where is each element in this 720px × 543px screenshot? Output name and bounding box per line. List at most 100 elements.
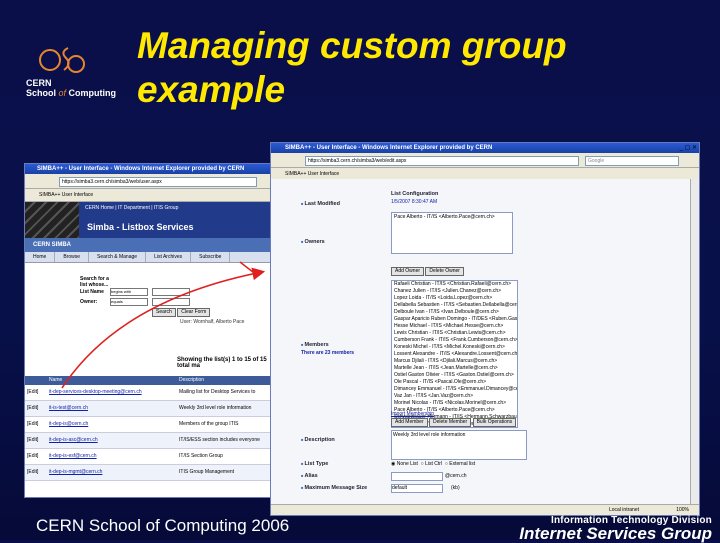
list-description: Mailing list for Desktop Services to: [179, 389, 256, 395]
member-item[interactable]: Dimancey Emmanuel - IT/IS <Emmanuel.Dima…: [392, 386, 517, 393]
edit-link[interactable]: [Edit]: [25, 385, 49, 400]
back-tab[interactable]: SIMBA++ User Interface: [25, 189, 277, 202]
delete-owner-button[interactable]: Delete Owner: [425, 267, 464, 276]
list-description: ITIS Group Management: [179, 469, 235, 475]
col-desc-header[interactable]: Description: [179, 376, 277, 385]
description-label: Description: [301, 437, 335, 443]
member-item[interactable]: Cumberson Frank - IT/IS <Frank.Cumberson…: [392, 337, 517, 344]
radio-none-list[interactable]: ◉ None List: [391, 461, 418, 467]
max-size-unit: (kb): [451, 485, 460, 491]
list-link[interactable]: it-dep-is@cern.ch: [49, 417, 179, 432]
table-row: [Edit] it-dep-is@cern.ch Members of the gr…: [25, 417, 277, 433]
radio-external-list[interactable]: ○ External list: [445, 461, 475, 467]
owner-operator[interactable]: equals: [110, 298, 148, 306]
front-window-titlebar: SIMBA++ - User Interface - Windows Inter…: [271, 143, 699, 153]
alias-input[interactable]: [391, 472, 443, 481]
member-item[interactable]: Chanez Julien - IT/IS <Julien.Chanez@cer…: [392, 288, 517, 295]
browser-search-input[interactable]: Google: [585, 156, 679, 166]
slide-title-line1: Managing custom group: [137, 25, 567, 66]
import-membership-link[interactable]: Import Membership: [391, 411, 434, 417]
footer-right: Information Technology Division Internet…: [519, 515, 712, 542]
list-link[interactable]: it-dep-is-esf@cern.ch: [49, 449, 179, 464]
clear-form-button[interactable]: Clear Form: [177, 307, 211, 317]
banner-subbar: CERN SIMBA: [25, 238, 277, 252]
add-member-button[interactable]: Add Member: [391, 418, 428, 427]
front-address-input[interactable]: https://simba3.cern.ch/simba3/web/edit.a…: [305, 156, 579, 166]
edit-link[interactable]: [Edit]: [25, 417, 49, 432]
member-item[interactable]: Lossent Alexandre - IT/IS <Alexandre.Los…: [392, 351, 517, 358]
owners-listbox[interactable]: Pace Alberto - IT/IS <Alberto.Pace@cern.…: [391, 212, 513, 254]
list-name-input[interactable]: [152, 288, 190, 296]
csc-logo: CERN School of Computing: [22, 44, 116, 100]
list-name-operator[interactable]: begins with: [110, 288, 148, 296]
results-table: Name Description [Edit] it-dep-services-d…: [25, 364, 277, 481]
owner-input[interactable]: [152, 298, 190, 306]
vertical-scrollbar[interactable]: [690, 179, 699, 505]
window-controls-icon[interactable]: _ ▢ ✕: [680, 144, 697, 151]
owner-item[interactable]: Pace Alberto - IT/IS <Alberto.Pace@cern.…: [392, 213, 512, 221]
member-item[interactable]: Delboule Ivan - IT/IS <Ivan.Delboule@cer…: [392, 309, 517, 316]
member-item[interactable]: Ole Pascal - IT/IS <Pascal.Ole@cern.ch>: [392, 379, 517, 386]
list-link[interactable]: it-dep-services-desktop-meeting@cern.ch: [49, 385, 179, 400]
member-item[interactable]: Ostiel Gaston Olivier - IT/IS <Gaston.Os…: [392, 372, 517, 379]
edit-link[interactable]: [Edit]: [25, 449, 49, 464]
members-listbox[interactable]: Rafaeli Christian - IT/IS <Christian.Raf…: [391, 280, 518, 428]
menu-list-archives[interactable]: List Archives: [146, 252, 192, 262]
edit-link[interactable]: [Edit]: [25, 401, 49, 416]
member-item[interactable]: Koneski Michel - IT/IS <Michel.Koneski@c…: [392, 344, 517, 351]
list-type-options: ◉ None List ○ List Ctrl ○ External list: [391, 461, 475, 467]
menu-subscribe[interactable]: Subscribe: [191, 252, 231, 262]
description-textarea[interactable]: Weekly 3rd level role information: [391, 430, 527, 460]
member-item[interactable]: Marcus Djilali - IT/IS <Djilali.Marcus@c…: [392, 358, 517, 365]
logo-cern-text: CERN: [26, 78, 52, 88]
member-item[interactable]: Lopez Loida - IT/IS <Loida.Lopez@cern.ch…: [392, 295, 517, 302]
members-count-note: There are 23 members: [301, 350, 355, 356]
member-item[interactable]: Rafaeli Christian - IT/IS <Christian.Raf…: [392, 281, 517, 288]
table-row: [Edit] it-dep-is-asc@cern.ch IT/IS/ESS sec…: [25, 433, 277, 449]
list-link[interactable]: it-is-test@cern.ch: [49, 401, 179, 416]
slide-title: Managing custom group example: [137, 24, 567, 112]
member-item[interactable]: Morinel Nicolas - IT/IS <Nicolas.Morinel…: [392, 400, 517, 407]
banner-title: Simba - Listbox Services: [87, 222, 194, 232]
member-item[interactable]: Hesse Michael - IT/IS <Michael.Hesse@cer…: [392, 323, 517, 330]
add-owner-button[interactable]: Add Owner: [391, 267, 425, 276]
list-configuration-heading: List Configuration: [391, 191, 439, 197]
csc-logo-icon: [39, 47, 85, 73]
last-modified-label: Last Modified: [301, 201, 340, 207]
menu-home[interactable]: Home: [25, 252, 56, 262]
members-label: Members: [301, 342, 329, 348]
table-row: [Edit] it-dep-is-esf@cern.ch IT/IS Section…: [25, 449, 277, 465]
edit-link[interactable]: [Edit]: [25, 433, 49, 448]
member-item[interactable]: Lewis Christian - IT/IS <Christian.Lewis…: [392, 330, 517, 337]
list-description: IT/IS Section Group: [179, 453, 223, 459]
list-description: IT/IS/ESS section includes everyone: [179, 437, 260, 443]
banner-org-links[interactable]: CERN Home | IT Department | ITIS Group: [85, 205, 178, 211]
list-link[interactable]: it-dep-is-mgmt@cern.ch: [49, 465, 179, 480]
list-link[interactable]: it-dep-is-asc@cern.ch: [49, 433, 179, 448]
member-item[interactable]: Dellabella Sebastien - IT/IS <Sebastien.…: [392, 302, 517, 309]
owners-label: Owners: [301, 239, 325, 245]
bulk-operations-button[interactable]: Bulk Operations: [472, 418, 517, 427]
member-item[interactable]: Gaspar Aparicio Ruben Domingo - IT/DES <…: [392, 316, 517, 323]
edit-link[interactable]: [Edit]: [25, 465, 49, 480]
back-address-input[interactable]: https://simba3.cern.ch/simba3/web/user.a…: [59, 177, 257, 187]
logo-school-text: School of Computing: [26, 88, 117, 98]
list-description: Weekly 3rd level role information: [179, 405, 252, 411]
radio-list-ctrl[interactable]: ○ List Ctrl: [421, 461, 442, 467]
user-note: User: Wornhalf, Alberto Pace: [180, 319, 245, 325]
search-form: Search for a list whose... List Name beg…: [80, 276, 277, 327]
member-item[interactable]: Vaz Jan - IT/IS <Jan.Vaz@cern.ch>: [392, 393, 517, 400]
search-heading: Search for a list whose...: [80, 276, 109, 288]
max-size-input[interactable]: default: [391, 484, 443, 493]
member-item[interactable]: Martelle Jean - IT/IS <Jean.Martelle@cer…: [392, 365, 517, 372]
menu-browse[interactable]: Browse: [55, 252, 90, 262]
col-name-header[interactable]: Name: [49, 376, 179, 385]
delete-member-button[interactable]: Delete Member: [429, 418, 472, 427]
menu-search-manage[interactable]: Search & Manage: [89, 252, 147, 262]
search-button[interactable]: Search: [152, 307, 176, 317]
status-zoom[interactable]: 100%: [676, 505, 689, 515]
back-window-titlebar: SIMBA++ - User Interface - Windows Inter…: [25, 164, 277, 174]
results-header: Name Description: [25, 376, 277, 385]
simba-banner: CERN Home | IT Department | ITIS Group S…: [25, 202, 277, 238]
alias-domain: @cern.ch: [445, 473, 467, 479]
